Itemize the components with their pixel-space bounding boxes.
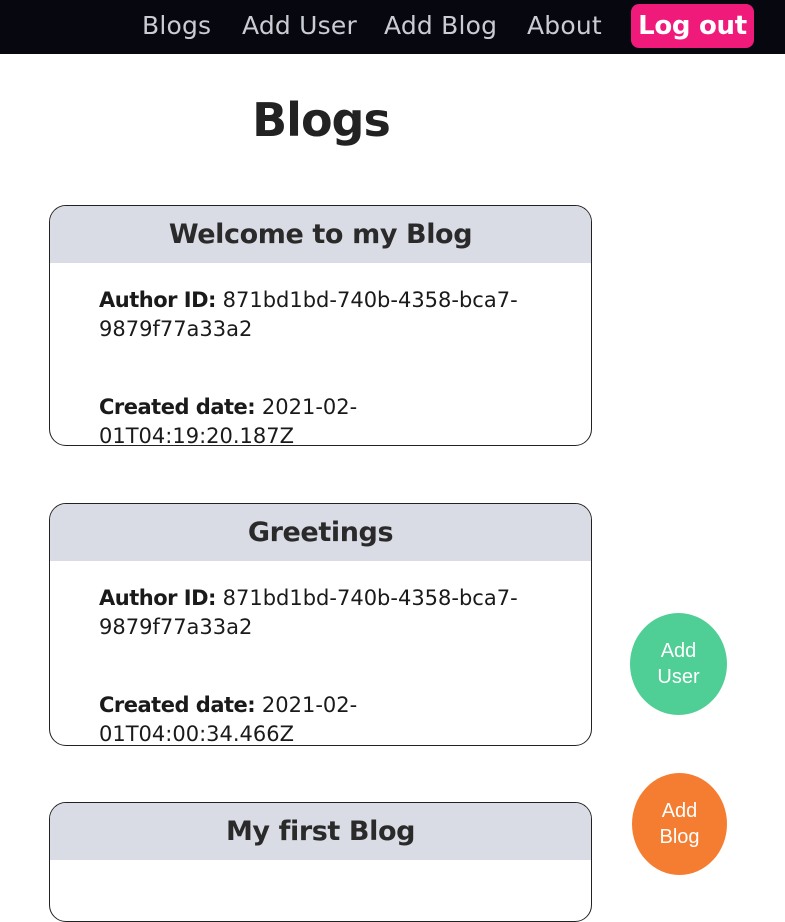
author-id-field: Author ID: 871bd1bd-740b-4358-bca7-9879f…: [99, 584, 539, 642]
add-blog-fab-label: Add Blog: [659, 800, 700, 848]
logout-button[interactable]: Log out: [631, 4, 754, 48]
blog-card[interactable]: Welcome to my Blog Author ID: 871bd1bd-7…: [49, 205, 592, 446]
blog-card-title: Welcome to my Blog: [50, 206, 591, 263]
nav-link-about[interactable]: About: [527, 9, 602, 43]
top-navbar: Blogs Add User Add Blog About Log out: [0, 0, 785, 54]
created-date-label: Created date:: [99, 693, 256, 717]
add-blog-fab-button[interactable]: Add Blog: [632, 773, 727, 875]
created-date-field: Created date: 2021-02-01T04:00:34.466Z: [99, 691, 539, 745]
page-title: Blogs: [252, 93, 391, 147]
nav-link-add-blog[interactable]: Add Blog: [384, 9, 497, 43]
author-id-label: Author ID:: [99, 586, 216, 610]
author-id-field: Author ID: 871bd1bd-740b-4358-bca7-9879f…: [99, 286, 539, 344]
blog-card-title: My first Blog: [50, 803, 591, 860]
created-date-field: Created date: 2021-02-01T04:19:20.187Z: [99, 393, 539, 445]
author-id-label: Author ID:: [99, 288, 216, 312]
nav-link-blogs[interactable]: Blogs: [142, 9, 211, 43]
blog-card[interactable]: My first Blog: [49, 802, 592, 922]
add-user-fab-label: Add User: [657, 640, 700, 688]
created-date-label: Created date:: [99, 395, 256, 419]
add-user-fab-button[interactable]: Add User: [630, 613, 727, 715]
blog-card-title: Greetings: [50, 504, 591, 561]
blog-card[interactable]: Greetings Author ID: 871bd1bd-740b-4358-…: [49, 503, 592, 746]
nav-link-add-user[interactable]: Add User: [242, 9, 357, 43]
